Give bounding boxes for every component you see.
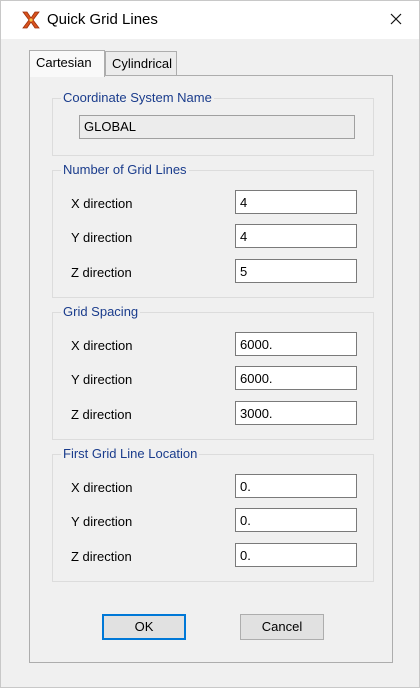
number-of-grid-lines-title: Number of Grid Lines — [61, 162, 189, 177]
num-lines-y-input[interactable] — [235, 224, 357, 248]
y-direction-label: Y direction — [71, 372, 133, 387]
ok-button[interactable]: OK — [102, 614, 186, 640]
location-x-input[interactable] — [235, 474, 357, 498]
location-y-input[interactable] — [235, 508, 357, 532]
x-direction-label: X direction — [71, 338, 133, 353]
cancel-button[interactable]: Cancel — [240, 614, 324, 640]
y-direction-label: Y direction — [71, 230, 133, 245]
cartesian-tab-panel: Coordinate System Name GLOBAL Number of … — [29, 75, 393, 663]
grid-spacing-group: Grid Spacing X direction Y direction Z d… — [52, 304, 374, 440]
quick-grid-app-icon — [21, 10, 41, 30]
title-bar: Quick Grid Lines — [1, 1, 419, 39]
close-button[interactable] — [373, 1, 419, 39]
coordinate-system-title: Coordinate System Name — [61, 90, 214, 105]
x-direction-label: X direction — [71, 480, 133, 495]
window-title: Quick Grid Lines — [47, 11, 158, 28]
z-direction-label: Z direction — [71, 407, 132, 422]
spacing-z-input[interactable] — [235, 401, 357, 425]
tab-cartesian[interactable]: Cartesian — [29, 50, 105, 77]
num-lines-x-input[interactable] — [235, 190, 357, 214]
first-grid-line-location-group: First Grid Line Location X direction Y d… — [52, 446, 374, 582]
tab-cylindrical[interactable]: Cylindrical — [105, 51, 177, 75]
y-direction-label: Y direction — [71, 514, 133, 529]
z-direction-label: Z direction — [71, 549, 132, 564]
quick-grid-lines-dialog: Quick Grid Lines Cartesian Cylindrical C… — [0, 0, 420, 688]
num-lines-z-input[interactable] — [235, 259, 357, 283]
number-of-grid-lines-group: Number of Grid Lines X direction Y direc… — [52, 162, 374, 298]
z-direction-label: Z direction — [71, 265, 132, 280]
coordinate-system-field: GLOBAL — [79, 115, 355, 139]
grid-spacing-title: Grid Spacing — [61, 304, 141, 319]
coordinate-system-group: Coordinate System Name GLOBAL — [52, 90, 374, 156]
first-grid-line-location-title: First Grid Line Location — [61, 446, 200, 461]
spacing-x-input[interactable] — [235, 332, 357, 356]
x-direction-label: X direction — [71, 196, 133, 211]
spacing-y-input[interactable] — [235, 366, 357, 390]
close-icon — [390, 13, 402, 28]
location-z-input[interactable] — [235, 543, 357, 567]
